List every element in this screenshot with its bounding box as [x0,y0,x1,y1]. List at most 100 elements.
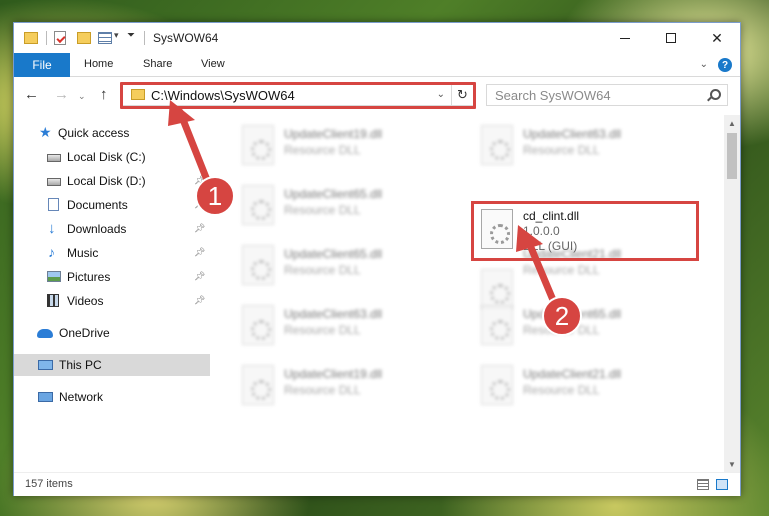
file-item[interactable]: UpdateClient19.dll Resource DLL [232,359,468,417]
minimize-icon [620,37,630,39]
sidebar-item-label: Quick access [58,126,130,140]
vertical-scrollbar[interactable]: ▲ ▼ [724,115,740,472]
tab-view[interactable]: View [201,58,225,70]
file-item[interactable]: UpdateClient21.dll Resource DLL [471,359,707,417]
scroll-down-icon[interactable]: ▼ [724,456,740,472]
sidebar-item-label: Pictures [67,270,111,284]
pin-icon[interactable]: 📌︎ [194,247,205,258]
onedrive-icon [37,329,53,338]
pin-icon[interactable]: 📌︎ [194,175,205,186]
sidebar-item-music[interactable]: ♪ Music 📌︎ [14,242,210,264]
navigation-pane: ★ Quick access Local Disk (C:) Local Dis… [14,115,210,472]
ribbon-tabs: File Home Share View ⌄ ? [14,53,740,77]
details-view-icon[interactable] [697,479,709,490]
sidebar-item-this-pc[interactable]: This PC [14,354,210,376]
maximize-icon [666,33,676,43]
recent-locations-icon[interactable]: ⌄ [78,89,86,104]
sidebar-item-label: Network [59,390,104,404]
search-icon[interactable] [710,89,721,100]
tiles-view-icon[interactable] [716,479,728,490]
file-item[interactable]: UpdateClient19.dll Resource DLL [232,119,468,177]
expand-ribbon-icon[interactable]: ⌄ [700,59,708,70]
dll-file-icon [481,365,513,405]
file-type: Resource DLL [523,383,600,397]
sidebar-item-local-disk-c[interactable]: Local Disk (C:) [14,146,210,168]
item-count: 157 items [25,478,73,490]
file-item[interactable]: UpdateClient65.dll Resource DLL [471,299,707,357]
sidebar-item-downloads[interactable]: ↓ Downloads 📌︎ [14,218,210,240]
sidebar-item-network[interactable]: Network [14,386,210,408]
title-divider [144,31,145,45]
dll-file-icon [242,365,274,405]
forward-arrow-icon[interactable]: → [54,87,69,102]
minimize-button[interactable] [602,23,648,53]
sidebar-item-videos[interactable]: Videos 📌︎ [14,290,210,312]
dll-file-icon [481,305,513,345]
file-item[interactable]: UpdateClient63.dll Resource DLL [471,119,707,177]
file-item[interactable]: UpdateClient65.dll Resource DLL [232,179,468,237]
file-type: Resource DLL [284,323,361,337]
network-icon [38,392,53,402]
downloads-icon: ↓ [48,220,56,237]
new-folder-icon[interactable] [77,32,91,44]
close-button[interactable]: ✕ [694,23,740,53]
sidebar-item-label: This PC [59,358,102,372]
dll-file-icon [242,305,274,345]
sidebar-item-local-disk-d[interactable]: Local Disk (D:) 📌︎ [14,170,210,192]
maximize-button[interactable] [648,23,694,53]
file-type: Resource DLL [523,323,600,337]
search-placeholder: Search SysWOW64 [495,88,611,103]
sidebar-item-pictures[interactable]: Pictures 📌︎ [14,266,210,288]
file-name: UpdateClient65.dll [523,307,622,321]
file-item[interactable]: UpdateClient65.dll Resource DLL [232,239,468,297]
file-name: UpdateClient19.dll [284,367,383,381]
tab-share[interactable]: Share [143,58,172,70]
pin-icon[interactable]: 📌︎ [194,223,205,234]
help-icon[interactable]: ? [718,58,732,72]
star-icon: ★ [39,124,52,140]
up-arrow-icon[interactable]: ↑ [100,87,108,102]
file-list: UpdateClient19.dll Resource DLL UpdateCl… [210,115,724,472]
file-type: Resource DLL [284,143,361,157]
tab-file[interactable]: File [14,53,70,77]
sidebar-item-label: Local Disk (C:) [67,150,146,164]
sidebar-item-onedrive[interactable]: OneDrive [14,322,210,344]
sidebar-item-documents[interactable]: Documents 📌︎ [14,194,210,216]
dll-file-icon [481,125,513,165]
music-icon: ♪ [48,244,55,260]
scroll-thumb[interactable] [727,133,737,179]
drive-icon [47,154,61,162]
customize-toolbar-icon[interactable]: ⏷ [127,30,135,46]
tab-home[interactable]: Home [84,58,113,70]
window-title: SysWOW64 [153,31,219,45]
file-item[interactable]: UpdateClient63.dll Resource DLL [232,299,468,357]
scroll-up-icon[interactable]: ▲ [724,115,740,131]
status-bar: 157 items [14,472,740,496]
address-highlight-box [120,82,476,109]
dll-file-icon [242,125,274,165]
toolbar-divider [46,31,47,45]
pin-icon[interactable]: 📌︎ [194,295,205,306]
file-name: UpdateClient65.dll [284,247,383,261]
dll-file-icon [242,245,274,285]
back-arrow-icon[interactable]: ← [24,87,39,102]
pictures-icon [47,271,61,282]
sidebar-item-quick-access[interactable]: ★ Quick access [14,122,210,144]
file-type: Resource DLL [523,143,600,157]
close-icon: ✕ [711,29,723,46]
pin-icon[interactable]: 📌︎ [194,199,205,210]
file-type: Resource DLL [523,263,600,277]
view-options-icon[interactable] [98,32,112,44]
sidebar-item-label: Documents [67,198,128,212]
pin-icon[interactable]: 📌︎ [194,271,205,282]
dll-file-icon [242,185,274,225]
file-type: Resource DLL [284,263,361,277]
documents-icon [48,198,59,211]
file-name: UpdateClient63.dll [284,307,383,321]
chevron-down-icon[interactable]: ▾ [114,30,119,46]
file-name: UpdateClient63.dll [523,127,622,141]
sidebar-item-label: Music [67,246,99,260]
properties-icon[interactable] [54,31,66,45]
file-explorer-window: ▾ ⏷ SysWOW64 ✕ File Home Share View ⌄ ? … [13,22,741,496]
search-input[interactable]: Search SysWOW64 [486,84,728,106]
